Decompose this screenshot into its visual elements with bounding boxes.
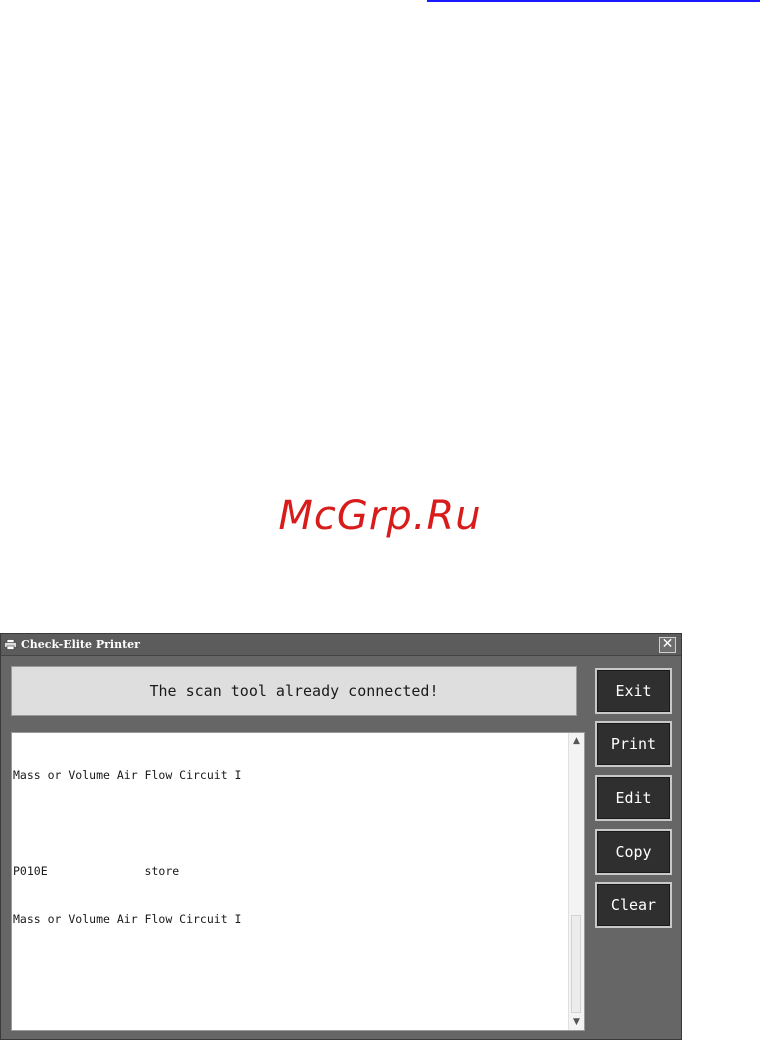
window-title: Check-Elite Printer xyxy=(21,638,140,651)
log-line: Mass or Volume Air Flow Circuit I xyxy=(13,768,242,782)
status-message: The scan tool already connected! xyxy=(11,666,577,716)
window-titlebar[interactable]: Check-Elite Printer ✕ xyxy=(1,634,681,656)
log-content: Mass or Volume Air Flow Circuit I P010E … xyxy=(13,735,241,959)
close-icon: ✕ xyxy=(661,636,674,652)
watermark: McGrp.Ru xyxy=(278,493,482,539)
copy-button[interactable]: Copy xyxy=(595,829,672,875)
hyperlink-underline[interactable] xyxy=(427,0,760,2)
print-button[interactable]: Print xyxy=(595,721,672,767)
printer-icon xyxy=(4,639,17,650)
log-line: P010E store xyxy=(13,864,180,878)
close-button[interactable]: ✕ xyxy=(659,637,676,653)
vertical-scrollbar[interactable]: ▲ ▼ xyxy=(568,733,584,1030)
log-line: Mass or Volume Air Flow Circuit I xyxy=(13,912,242,926)
document-page: McGrp.Ru Check-Elite Printer ✕ The scan … xyxy=(0,0,760,1040)
scroll-up-arrow-icon[interactable]: ▲ xyxy=(570,734,583,748)
printer-window: Check-Elite Printer ✕ The scan tool alre… xyxy=(0,633,682,1040)
log-textarea[interactable]: Mass or Volume Air Flow Circuit I P010E … xyxy=(11,732,585,1031)
scroll-thumb[interactable] xyxy=(571,915,581,1013)
clear-button[interactable]: Clear xyxy=(595,882,672,928)
edit-button[interactable]: Edit xyxy=(595,775,672,821)
scroll-down-arrow-icon[interactable]: ▼ xyxy=(570,1015,583,1029)
exit-button[interactable]: Exit xyxy=(595,668,672,714)
